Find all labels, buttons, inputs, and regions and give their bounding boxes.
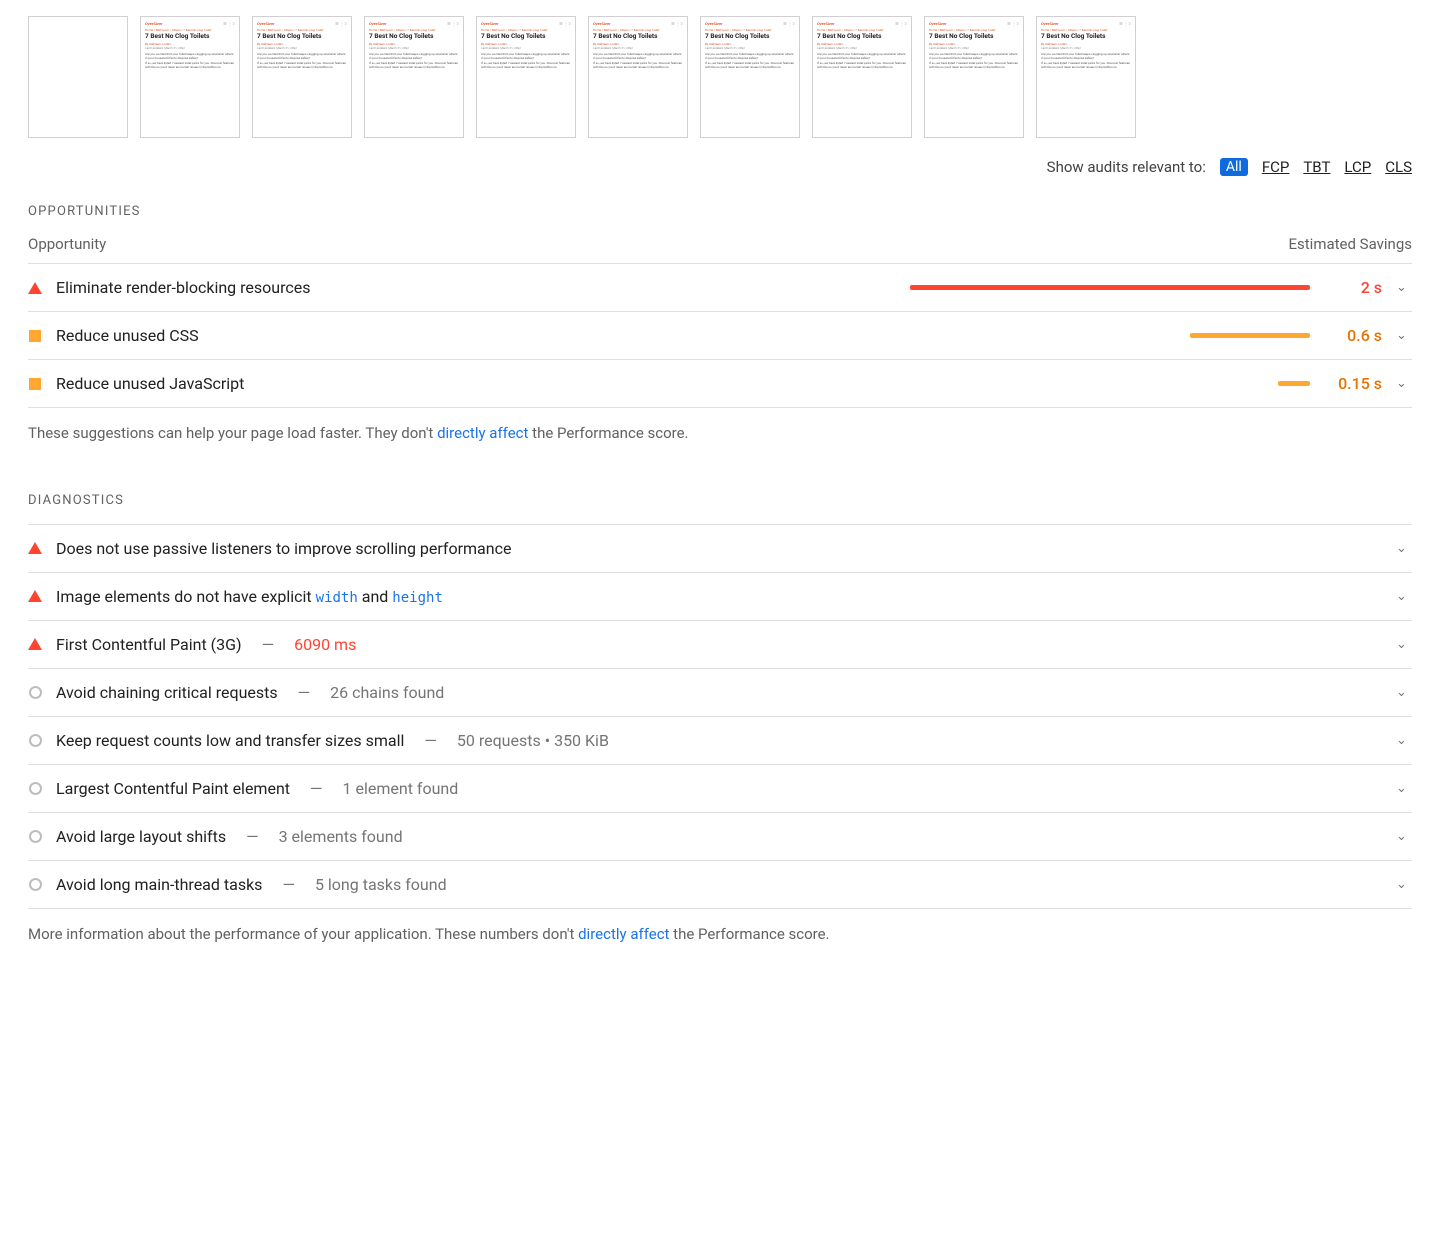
opp-col-left: Opportunity (28, 235, 106, 253)
filmstrip-thumb[interactable]: OverSizer☰ ⋮ ≡ Home / Bathroom / Others … (364, 16, 464, 138)
chevron-down-icon[interactable]: ⌄ (1396, 685, 1412, 700)
chevron-down-icon[interactable]: ⌄ (1396, 637, 1412, 652)
diagnostics-list: Does not use passive listeners to improv… (28, 524, 1412, 909)
severity-icon (28, 877, 42, 891)
diagnostic-value: 3 elements found (279, 827, 403, 846)
directly-affect-link[interactable]: directly affect (437, 424, 528, 442)
chevron-down-icon[interactable]: ⌄ (1396, 541, 1412, 556)
diagnostic-row[interactable]: Avoid large layout shifts —3 elements fo… (28, 812, 1412, 860)
opportunities-list: Eliminate render-blocking resources 2 s … (28, 263, 1412, 408)
filmstrip: OverSizer☰ ⋮ ≡ Home / Bathroom / Others … (28, 16, 1412, 138)
filmstrip-thumb[interactable]: OverSizer☰ ⋮ ≡ Home / Bathroom / Others … (588, 16, 688, 138)
severity-icon (28, 733, 42, 747)
severity-icon (28, 781, 42, 795)
opportunity-title: Reduce unused JavaScript (56, 374, 244, 393)
diagnostics-heading: DIAGNOSTICS (28, 493, 1412, 508)
diagnostic-title: Keep request counts low and transfer siz… (56, 731, 404, 750)
savings-bar (910, 333, 1310, 338)
filmstrip-thumb[interactable]: OverSizer☰ ⋮ ≡ Home / Bathroom / Others … (476, 16, 576, 138)
filter-lcp[interactable]: LCP (1344, 158, 1371, 176)
filter-cls[interactable]: CLS (1385, 158, 1412, 176)
filmstrip-thumb[interactable]: OverSizer☰ ⋮ ≡ Home / Bathroom / Others … (1036, 16, 1136, 138)
opportunity-title: Reduce unused CSS (56, 326, 199, 345)
diagnostic-row[interactable]: First Contentful Paint (3G) —6090 ms ⌄ (28, 620, 1412, 668)
severity-icon (28, 685, 42, 699)
savings-bar (910, 381, 1310, 386)
opportunities-note: These suggestions can help your page loa… (28, 422, 1412, 445)
diagnostics-note: More information about the performance o… (28, 923, 1412, 946)
diagnostic-value: 50 requests • 350 KiB (457, 731, 609, 750)
opportunity-row[interactable]: Reduce unused CSS 0.6 s ⌄ (28, 311, 1412, 359)
severity-icon (28, 637, 42, 651)
filmstrip-thumb[interactable]: OverSizer☰ ⋮ ≡ Home / Bathroom / Others … (924, 16, 1024, 138)
diagnostic-value: 5 long tasks found (315, 875, 447, 894)
diagnostic-title: Avoid large layout shifts (56, 827, 226, 846)
opportunities-columns: Opportunity Estimated Savings (28, 235, 1412, 253)
opportunity-row[interactable]: Eliminate render-blocking resources 2 s … (28, 263, 1412, 311)
diagnostic-row[interactable]: Keep request counts low and transfer siz… (28, 716, 1412, 764)
filmstrip-thumb[interactable] (28, 16, 128, 138)
filmstrip-thumb[interactable]: OverSizer☰ ⋮ ≡ Home / Bathroom / Others … (812, 16, 912, 138)
savings-value: 2 s (1324, 278, 1382, 297)
chevron-down-icon[interactable]: ⌄ (1396, 589, 1412, 604)
filter-label: Show audits relevant to: (1047, 158, 1206, 176)
severity-icon (28, 281, 42, 295)
diagnostic-title: Image elements do not have explicit widt… (56, 587, 443, 606)
directly-affect-link-2[interactable]: directly affect (578, 925, 669, 943)
audit-filter-row: Show audits relevant to: All FCP TBT LCP CL… (28, 158, 1412, 176)
opp-col-right: Estimated Savings (1289, 235, 1413, 253)
severity-icon (28, 589, 42, 603)
chevron-down-icon[interactable]: ⌄ (1396, 328, 1412, 343)
diagnostic-row[interactable]: Avoid chaining critical requests —26 cha… (28, 668, 1412, 716)
filmstrip-thumb[interactable]: OverSizer☰ ⋮ ≡ Home / Bathroom / Others … (252, 16, 352, 138)
opportunity-title: Eliminate render-blocking resources (56, 278, 310, 297)
chevron-down-icon[interactable]: ⌄ (1396, 829, 1412, 844)
savings-value: 0.15 s (1324, 374, 1382, 393)
diagnostic-title: First Contentful Paint (3G) (56, 635, 242, 654)
diagnostic-title: Avoid chaining critical requests (56, 683, 278, 702)
severity-icon (28, 329, 42, 343)
diagnostic-value: 6090 ms (294, 635, 356, 654)
filmstrip-thumb[interactable]: OverSizer☰ ⋮ ≡ Home / Bathroom / Others … (700, 16, 800, 138)
diagnostic-row[interactable]: Largest Contentful Paint element —1 elem… (28, 764, 1412, 812)
opportunity-row[interactable]: Reduce unused JavaScript 0.15 s ⌄ (28, 359, 1412, 408)
diagnostic-title: Does not use passive listeners to improv… (56, 539, 511, 558)
filter-tbt[interactable]: TBT (1303, 158, 1330, 176)
diagnostic-row[interactable]: Avoid long main-thread tasks —5 long tas… (28, 860, 1412, 909)
severity-icon (28, 541, 42, 555)
chevron-down-icon[interactable]: ⌄ (1396, 280, 1412, 295)
diagnostic-value: 26 chains found (330, 683, 444, 702)
chevron-down-icon[interactable]: ⌄ (1396, 376, 1412, 391)
opportunities-heading: OPPORTUNITIES (28, 204, 1412, 219)
diagnostic-row[interactable]: Image elements do not have explicit widt… (28, 572, 1412, 620)
chevron-down-icon[interactable]: ⌄ (1396, 877, 1412, 892)
savings-bar (910, 285, 1310, 290)
filter-fcp[interactable]: FCP (1262, 158, 1290, 176)
diagnostic-title: Largest Contentful Paint element (56, 779, 290, 798)
diagnostic-value: 1 element found (343, 779, 459, 798)
savings-value: 0.6 s (1324, 326, 1382, 345)
chevron-down-icon[interactable]: ⌄ (1396, 733, 1412, 748)
diagnostic-title: Avoid long main-thread tasks (56, 875, 262, 894)
severity-icon (28, 829, 42, 843)
filter-all-pill[interactable]: All (1220, 158, 1248, 176)
diagnostic-row[interactable]: Does not use passive listeners to improv… (28, 524, 1412, 572)
severity-icon (28, 377, 42, 391)
chevron-down-icon[interactable]: ⌄ (1396, 781, 1412, 796)
filmstrip-thumb[interactable]: OverSizer☰ ⋮ ≡ Home / Bathroom / Others … (140, 16, 240, 138)
